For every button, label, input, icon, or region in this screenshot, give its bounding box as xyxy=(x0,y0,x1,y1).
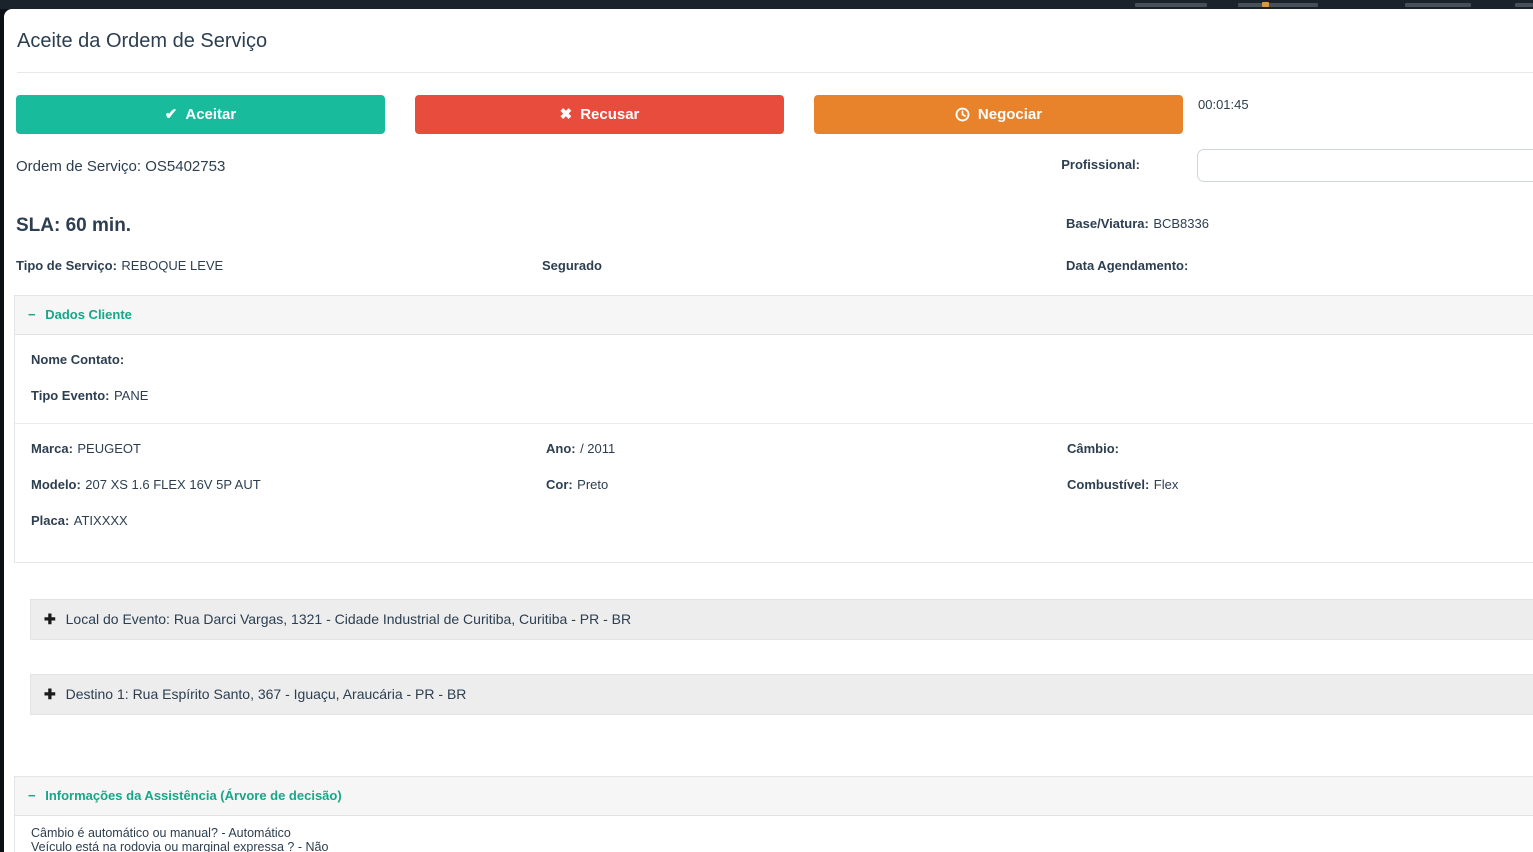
fuel-field: Combustível: Flex xyxy=(1067,476,1529,494)
brand-value: PEUGEOT xyxy=(77,441,141,456)
vehicle-col-3: Câmbio: Combustível: Flex xyxy=(1067,440,1529,548)
year-label: Ano: xyxy=(546,441,576,456)
order-number-label: Ordem de Serviço: xyxy=(16,158,142,175)
base-viatura-value: BCB8336 xyxy=(1153,216,1209,231)
insured-flag: Segurado xyxy=(542,257,1066,275)
schedule-date-label: Data Agendamento: xyxy=(1066,258,1189,273)
event-location-bar[interactable]: ✚ Local do Evento: Rua Darci Vargas, 132… xyxy=(30,599,1533,640)
navbar-badge-fragment xyxy=(1262,2,1269,7)
client-data-panel: − Dados Cliente Nome Contato: Tipo Event… xyxy=(14,295,1533,563)
service-type-row: Tipo de Serviço: REBOQUE LEVE Segurado D… xyxy=(16,257,1533,275)
year-field: Ano: / 2011 xyxy=(546,440,1067,458)
service-type-value: REBOQUE LEVE xyxy=(121,258,224,273)
collapse-minus-icon: − xyxy=(28,788,36,803)
sla-text: SLA: 60 min. xyxy=(16,215,132,236)
vehicle-col-1: Marca: PEUGEOT Modelo: 207 XS 1.6 FLEX 1… xyxy=(31,440,546,548)
navbar-item-fragment xyxy=(1405,3,1471,7)
service-type: Tipo de Serviço: REBOQUE LEVE xyxy=(16,257,542,275)
brand-field: Marca: PEUGEOT xyxy=(31,440,546,458)
sla-base-row: SLA: 60 min. Base/Viatura: BCB8336 xyxy=(16,215,1533,237)
negotiate-button[interactable]: Negociar xyxy=(814,95,1183,134)
expand-plus-icon: ✚ xyxy=(44,686,56,702)
navbar-item-fragment xyxy=(1135,3,1207,7)
vehicle-col-2: Ano: / 2011 Cor: Preto xyxy=(546,440,1067,548)
color-label: Cor: xyxy=(546,477,573,492)
action-buttons-row: ✔ Aceitar ✖ Recusar Negociar 00:01:45 xyxy=(16,95,1533,134)
destination-value: Rua Espírito Santo, 367 - Iguaçu, Araucá… xyxy=(132,686,467,702)
schedule-date: Data Agendamento: xyxy=(1066,257,1533,275)
event-type-field: Tipo Evento: PANE xyxy=(31,387,1529,405)
assistance-info-panel-header[interactable]: − Informações da Assistência (Árvore de … xyxy=(15,777,1533,816)
professional-input[interactable] xyxy=(1197,149,1533,182)
service-order-card: Aceite da Ordem de Serviço ✔ Aceitar ✖ R… xyxy=(4,9,1533,852)
client-data-panel-title-text: Dados Cliente xyxy=(45,307,132,322)
check-icon: ✔ xyxy=(164,106,178,123)
model-value: 207 XS 1.6 FLEX 16V 5P AUT xyxy=(85,477,261,492)
expand-plus-icon: ✚ xyxy=(44,611,56,627)
base-viatura: Base/Viatura: BCB8336 xyxy=(1066,215,1533,237)
navbar-item-fragment xyxy=(1238,3,1318,7)
accept-button[interactable]: ✔ Aceitar xyxy=(16,95,385,134)
accept-button-label: Aceitar xyxy=(185,106,237,123)
destination-label: Destino 1: xyxy=(65,686,129,702)
refuse-button[interactable]: ✖ Recusar xyxy=(415,95,784,134)
insured-label: Segurado xyxy=(542,258,602,273)
page-title: Aceite da Ordem de Serviço xyxy=(17,30,268,52)
decision-tree-line: Câmbio é automático ou manual? - Automát… xyxy=(31,826,291,840)
fuel-value: Flex xyxy=(1153,477,1179,492)
order-number-row: Ordem de Serviço: OS5402753 Profissional… xyxy=(16,149,1533,182)
color-value: Preto xyxy=(577,477,609,492)
gearbox-label: Câmbio: xyxy=(1067,441,1119,456)
gearbox-field: Câmbio: xyxy=(1067,440,1529,458)
event-location-label: Local do Evento: xyxy=(65,611,170,627)
plate-label: Placa: xyxy=(31,513,70,528)
client-data-panel-header[interactable]: − Dados Cliente xyxy=(15,296,1533,335)
service-type-label: Tipo de Serviço: xyxy=(16,258,117,273)
assistance-info-panel-title: − Informações da Assistência (Árvore de … xyxy=(28,788,342,803)
event-location-value: Rua Darci Vargas, 1321 - Cidade Industri… xyxy=(173,611,632,627)
assistance-info-panel: − Informações da Assistência (Árvore de … xyxy=(14,776,1533,852)
order-number-value: OS5402753 xyxy=(145,158,226,175)
top-navbar xyxy=(0,0,1533,9)
event-type-label: Tipo Evento: xyxy=(31,388,110,403)
countdown-timer: 00:01:45 xyxy=(1198,97,1249,112)
client-data-panel-title: − Dados Cliente xyxy=(28,307,132,322)
model-field: Modelo: 207 XS 1.6 FLEX 16V 5P AUT xyxy=(31,476,546,494)
contact-name-field: Nome Contato: xyxy=(31,351,1529,369)
event-type-value: PANE xyxy=(113,388,149,403)
title-divider xyxy=(17,72,1533,73)
decision-tree-line: Veículo está na rodovia ou marginal expr… xyxy=(31,840,329,852)
collapse-minus-icon: − xyxy=(28,307,36,322)
professional-group: Profissional: xyxy=(1061,149,1533,182)
vehicle-info-grid: Marca: PEUGEOT Modelo: 207 XS 1.6 FLEX 1… xyxy=(31,440,1529,562)
color-field: Cor: Preto xyxy=(546,476,1067,494)
model-label: Modelo: xyxy=(31,477,81,492)
negotiate-button-label: Negociar xyxy=(977,106,1043,123)
x-icon: ✖ xyxy=(559,106,573,123)
brand-label: Marca: xyxy=(31,441,73,456)
fuel-label: Combustível: xyxy=(1067,477,1150,492)
order-number: Ordem de Serviço: OS5402753 xyxy=(16,149,225,175)
assistance-info-panel-body: Câmbio é automático ou manual? - Automát… xyxy=(15,816,1533,852)
plate-value: ATIXXXX xyxy=(73,513,128,528)
navbar-item-fragment xyxy=(1515,3,1533,7)
professional-label: Profissional: xyxy=(1061,157,1140,172)
destination-bar[interactable]: ✚ Destino 1: Rua Espírito Santo, 367 - I… xyxy=(30,674,1533,715)
refuse-button-label: Recusar xyxy=(580,106,640,123)
clock-icon xyxy=(955,107,970,122)
assistance-info-panel-title-text: Informações da Assistência (Árvore de de… xyxy=(45,788,342,803)
plate-field: Placa: ATIXXXX xyxy=(31,512,546,530)
base-viatura-label: Base/Viatura: xyxy=(1066,216,1149,231)
contact-name-label: Nome Contato: xyxy=(31,352,125,367)
year-value: / 2011 xyxy=(580,441,616,456)
client-data-panel-body: Nome Contato: Tipo Evento: PANE Marca: P… xyxy=(15,335,1533,562)
panel-divider xyxy=(15,423,1533,424)
